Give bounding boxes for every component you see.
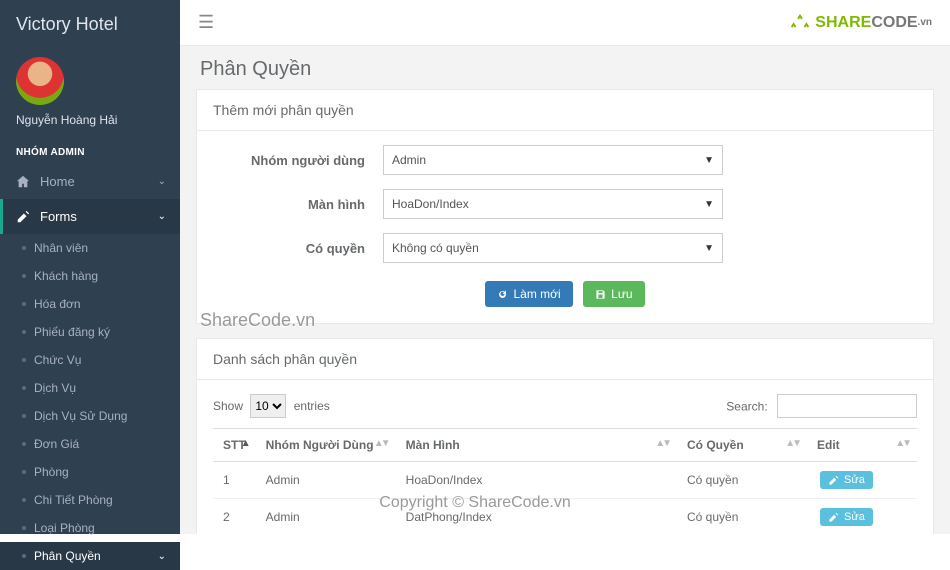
table-search: Search: bbox=[726, 394, 917, 418]
recycle-icon bbox=[789, 12, 811, 34]
chevron-down-icon: ⌄ bbox=[158, 176, 166, 187]
select-screen[interactable]: HoaDon/Index▼ bbox=[383, 189, 723, 219]
sidebar-item-dichvu[interactable]: Dịch Vụ bbox=[0, 374, 180, 402]
sort-icon: ▲▼ bbox=[374, 438, 388, 449]
sidebar-item-phieudangky[interactable]: Phiếu đăng ký bbox=[0, 318, 180, 346]
sidebar-item-khachhang[interactable]: Khách hàng bbox=[0, 262, 180, 290]
sort-icon: ▲▼ bbox=[785, 438, 799, 449]
topbar: ☰ SHARECODE.vn bbox=[180, 0, 950, 46]
table-row: 1AdminHoaDon/IndexCó quyềnSửa bbox=[213, 462, 917, 499]
page-length: Show 10 entries bbox=[213, 394, 330, 418]
pencil-icon bbox=[828, 512, 839, 523]
brand-title: Victory Hotel bbox=[0, 0, 180, 49]
main-content: Phân Quyền Thêm mới phân quyền Nhóm ngườ… bbox=[180, 46, 950, 534]
permissions-table: STT▲ Nhóm Người Dùng▲▼ Màn Hình▲▼ Có Quy… bbox=[213, 428, 917, 534]
username: Nguyễn Hoàng Hải bbox=[0, 109, 180, 141]
edit-button[interactable]: Sửa bbox=[820, 508, 873, 526]
sidebar-item-chucvu[interactable]: Chức Vụ bbox=[0, 346, 180, 374]
sidebar-item-hoadon[interactable]: Hóa đơn bbox=[0, 290, 180, 318]
label-perm: Có quyền bbox=[213, 241, 383, 256]
col-perm[interactable]: Có Quyền▲▼ bbox=[677, 429, 807, 462]
avatar[interactable] bbox=[16, 57, 64, 105]
sort-icon: ▲▼ bbox=[895, 438, 909, 449]
sidebar-item-loaiphong[interactable]: Loại Phòng bbox=[0, 514, 180, 542]
list-heading: Danh sách phân quyền bbox=[197, 339, 933, 380]
forms-submenu: Nhân viên Khách hàng Hóa đơn Phiếu đăng … bbox=[0, 234, 180, 570]
chevron-down-icon: ▼ bbox=[704, 199, 714, 210]
col-group[interactable]: Nhóm Người Dùng▲▼ bbox=[256, 429, 396, 462]
col-stt[interactable]: STT▲ bbox=[213, 429, 256, 462]
edit-button[interactable]: Sửa bbox=[820, 471, 873, 489]
sidebar-item-phong[interactable]: Phòng bbox=[0, 458, 180, 486]
chevron-down-icon: ⌄ bbox=[158, 211, 166, 222]
reset-button[interactable]: Làm mới bbox=[485, 281, 572, 307]
sidebar-item-home[interactable]: Home⌄ bbox=[0, 164, 180, 199]
page-length-select[interactable]: 10 bbox=[250, 394, 286, 418]
sidebar-item-nhanvien[interactable]: Nhân viên bbox=[0, 234, 180, 262]
refresh-icon bbox=[497, 289, 508, 300]
search-input[interactable] bbox=[777, 394, 917, 418]
col-edit[interactable]: Edit▲▼ bbox=[807, 429, 917, 462]
chevron-down-icon: ▼ bbox=[704, 243, 714, 254]
sharecode-logo: SHARECODE.vn bbox=[789, 12, 932, 34]
save-icon bbox=[595, 289, 606, 300]
edit-icon bbox=[16, 210, 30, 224]
sidebar-section-label: NHÓM ADMIN bbox=[0, 141, 180, 164]
sidebar-item-phanquyen[interactable]: Phân Quyền⌄ bbox=[0, 542, 180, 570]
chevron-down-icon: ▼ bbox=[704, 155, 714, 166]
col-screen[interactable]: Màn Hình▲▼ bbox=[396, 429, 677, 462]
sidebar-item-forms[interactable]: Forms⌄ bbox=[0, 199, 180, 234]
sort-icon: ▲ bbox=[241, 438, 248, 449]
select-group[interactable]: Admin▼ bbox=[383, 145, 723, 175]
sidebar-item-chitietphong[interactable]: Chi Tiết Phòng bbox=[0, 486, 180, 514]
home-icon bbox=[16, 175, 30, 189]
chevron-down-icon: ⌄ bbox=[158, 551, 166, 562]
save-button[interactable]: Lưu bbox=[583, 281, 644, 307]
pencil-icon bbox=[828, 475, 839, 486]
sort-icon: ▲▼ bbox=[655, 438, 669, 449]
table-row: 2AdminDatPhong/IndexCó quyềnSửa bbox=[213, 499, 917, 535]
form-panel: Thêm mới phân quyền Nhóm người dùng Admi… bbox=[196, 89, 934, 324]
page-title: Phân Quyền bbox=[180, 46, 950, 89]
label-screen: Màn hình bbox=[213, 197, 383, 212]
menu-toggle-icon[interactable]: ☰ bbox=[198, 12, 214, 33]
sidebar: Victory Hotel Nguyễn Hoàng Hải NHÓM ADMI… bbox=[0, 0, 180, 534]
sidebar-item-dongia[interactable]: Đơn Giá bbox=[0, 430, 180, 458]
label-group: Nhóm người dùng bbox=[213, 153, 383, 168]
sidebar-item-dichvusudung[interactable]: Dịch Vụ Sử Dụng bbox=[0, 402, 180, 430]
select-perm[interactable]: Không có quyền▼ bbox=[383, 233, 723, 263]
list-panel: Danh sách phân quyền Show 10 entries Sea… bbox=[196, 338, 934, 534]
form-heading: Thêm mới phân quyền bbox=[197, 90, 933, 131]
